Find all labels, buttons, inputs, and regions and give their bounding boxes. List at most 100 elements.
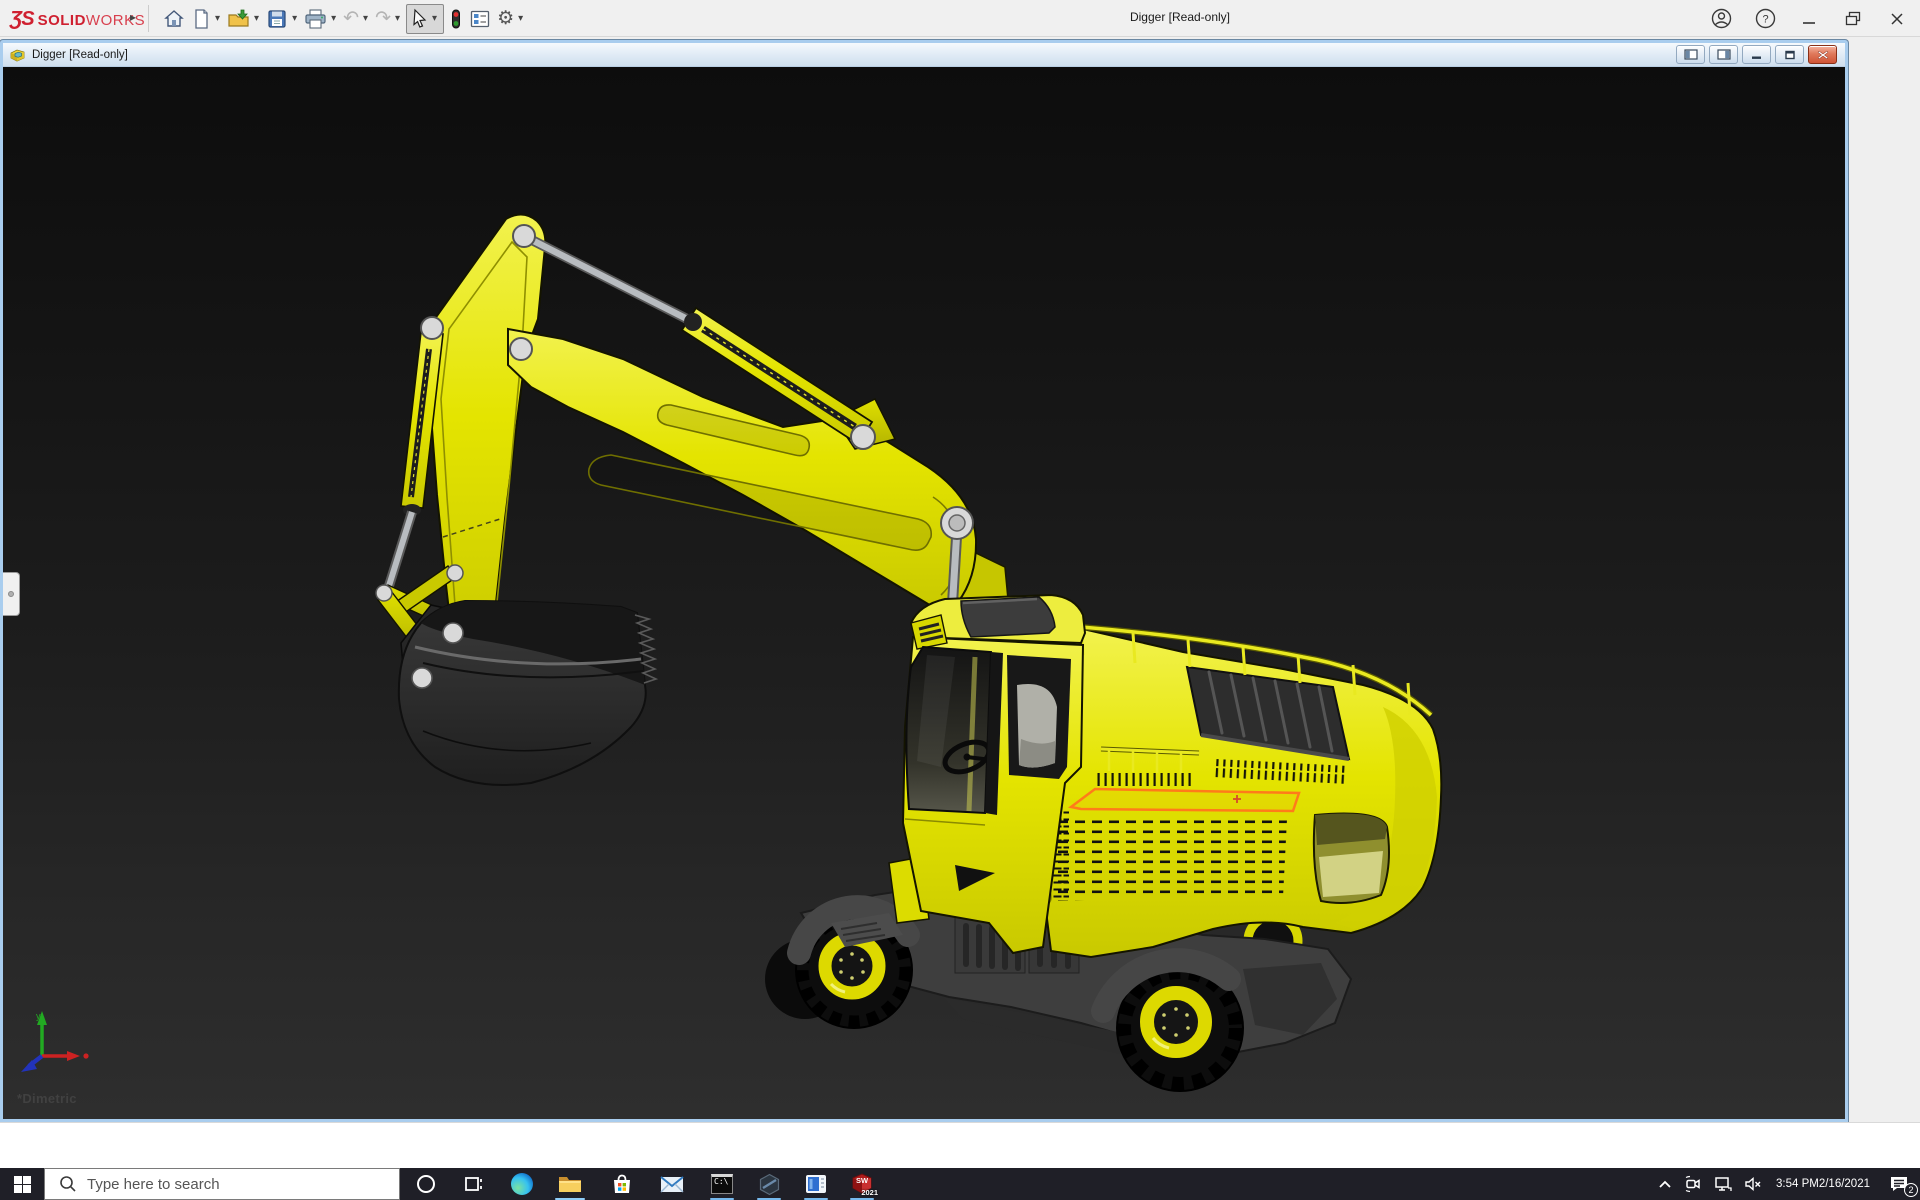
doc-close-icon [1817, 50, 1829, 60]
store-icon [612, 1173, 632, 1195]
print-icon [304, 8, 327, 30]
meet-now-icon [1684, 1175, 1702, 1193]
search-input[interactable] [87, 1176, 367, 1193]
solidworks-app: ƷSSOLIDWORKS ▸ ▾ ▾ ▾ ▾ ↶ ▾ [0, 0, 1920, 1200]
undo-button[interactable]: ↶ [340, 4, 362, 34]
taskbar-mail[interactable] [650, 1168, 694, 1200]
stick-arm[interactable] [424, 214, 545, 664]
document-window-buttons [1676, 45, 1837, 64]
close-button[interactable] [1882, 4, 1912, 34]
doc-restore-icon [1784, 50, 1796, 60]
minimize-icon [1802, 12, 1816, 26]
select-tool-dropdown[interactable]: ▾ [431, 13, 441, 24]
redo-dropdown[interactable]: ▾ [394, 13, 404, 24]
action-center-button[interactable]: 2 [1878, 1168, 1920, 1200]
save-button[interactable] [263, 4, 291, 34]
mail-icon [660, 1174, 684, 1194]
new-document-button[interactable] [188, 4, 214, 34]
home-icon [163, 8, 185, 30]
titlebar-right-controls: ? [1706, 0, 1912, 37]
bucket[interactable] [399, 601, 656, 785]
gear-icon: ⚙ [497, 7, 514, 30]
terminal-icon: C:\ [711, 1174, 733, 1194]
restore-button[interactable] [1838, 4, 1868, 34]
help-button[interactable]: ? [1750, 4, 1780, 34]
meet-now-button[interactable] [1678, 1168, 1708, 1200]
save-icon [266, 8, 288, 30]
redo-button[interactable]: ↷ [372, 4, 394, 34]
minimize-button[interactable] [1794, 4, 1824, 34]
volume-muted-button[interactable] [1738, 1168, 1768, 1200]
open-button[interactable] [224, 4, 253, 34]
boom-arm[interactable] [508, 329, 976, 612]
taskbar-clock[interactable]: 3:54 PM 2/16/2021 [1768, 1168, 1878, 1200]
selected-face-highlight[interactable] [1071, 789, 1299, 811]
menu-expand-arrow[interactable]: ▸ [130, 10, 136, 24]
graphics-viewport[interactable]: y *Dimetric [3, 67, 1845, 1119]
orientation-triad[interactable]: y [21, 1011, 89, 1072]
doc-minimize-button[interactable] [1742, 45, 1771, 64]
search-icon [59, 1175, 77, 1193]
taskbar-edge[interactable] [500, 1168, 544, 1200]
select-tool-button[interactable]: ▾ [406, 4, 444, 34]
doc-close-button[interactable] [1808, 45, 1837, 64]
app-window-title: Digger [Read-only] [1060, 10, 1300, 24]
home-button[interactable] [160, 4, 188, 34]
pane-left-icon [1684, 49, 1698, 60]
taskbar-file-explorer[interactable] [548, 1168, 592, 1200]
display-pane-button[interactable] [466, 4, 494, 34]
feature-manager-collapsed-tab[interactable] [3, 572, 20, 616]
open-dropdown[interactable]: ▾ [253, 13, 263, 24]
svg-text:?: ? [1762, 14, 1768, 26]
snapshot-button[interactable] [446, 4, 466, 34]
doc-restore-button[interactable] [1775, 45, 1804, 64]
taskbar-task-view[interactable] [452, 1168, 496, 1200]
pane-right-button[interactable] [1709, 45, 1738, 64]
snapshot-traffic-light-icon [449, 8, 463, 30]
toolbar-separator [148, 5, 149, 32]
taskbar-solidworks[interactable]: SW 2021 [840, 1168, 884, 1200]
feature-tab-grip [8, 591, 14, 597]
pane-left-button[interactable] [1676, 45, 1705, 64]
cortana-icon [416, 1174, 436, 1194]
network-icon [1714, 1176, 1732, 1192]
status-bar [0, 1122, 1920, 1168]
account-icon [1711, 8, 1732, 29]
options-dropdown[interactable]: ▾ [517, 13, 527, 24]
document-title: Digger [Read-only] [32, 49, 128, 61]
chevron-up-icon [1658, 1179, 1672, 1189]
undo-icon: ↶ [343, 9, 359, 28]
account-button[interactable] [1706, 4, 1736, 34]
hidden-icons-chevron[interactable] [1652, 1168, 1678, 1200]
tray-time: 3:54 PM [1776, 1178, 1819, 1191]
blue-app-icon [805, 1173, 827, 1195]
taskbar-cortana[interactable] [404, 1168, 448, 1200]
save-dropdown[interactable]: ▾ [291, 13, 301, 24]
taskbar-search[interactable] [44, 1168, 400, 1200]
taskbar-blue-app[interactable] [794, 1168, 838, 1200]
new-document-dropdown[interactable]: ▾ [214, 13, 224, 24]
excavator-model-canvas[interactable]: y [3, 67, 1845, 1119]
windows-taskbar: C:\ SW 2021 [0, 1168, 1920, 1200]
side-grille [1049, 815, 1287, 901]
start-button[interactable] [0, 1168, 44, 1200]
taskbar-store[interactable] [600, 1168, 644, 1200]
network-button[interactable] [1708, 1168, 1738, 1200]
view-orientation-label: *Dimetric [17, 1091, 77, 1106]
volume-muted-icon [1744, 1176, 1762, 1192]
viewer-3d-hexagon-icon [758, 1173, 781, 1196]
document-titlebar[interactable]: Digger [Read-only] [3, 43, 1845, 67]
windows-logo-icon [14, 1176, 31, 1193]
undo-dropdown[interactable]: ▾ [362, 13, 372, 24]
taskbar-terminal[interactable]: C:\ [700, 1168, 744, 1200]
help-icon: ? [1755, 8, 1776, 29]
taskbar-3d-viewer[interactable] [747, 1168, 791, 1200]
new-document-icon [191, 8, 211, 30]
rear-opening [1314, 814, 1389, 904]
print-dropdown[interactable]: ▾ [330, 13, 340, 24]
svg-text:SW: SW [856, 1176, 869, 1185]
options-button[interactable]: ⚙ [494, 4, 517, 34]
pane-right-icon [1717, 49, 1731, 60]
restore-icon [1845, 11, 1861, 27]
print-button[interactable] [301, 4, 330, 34]
